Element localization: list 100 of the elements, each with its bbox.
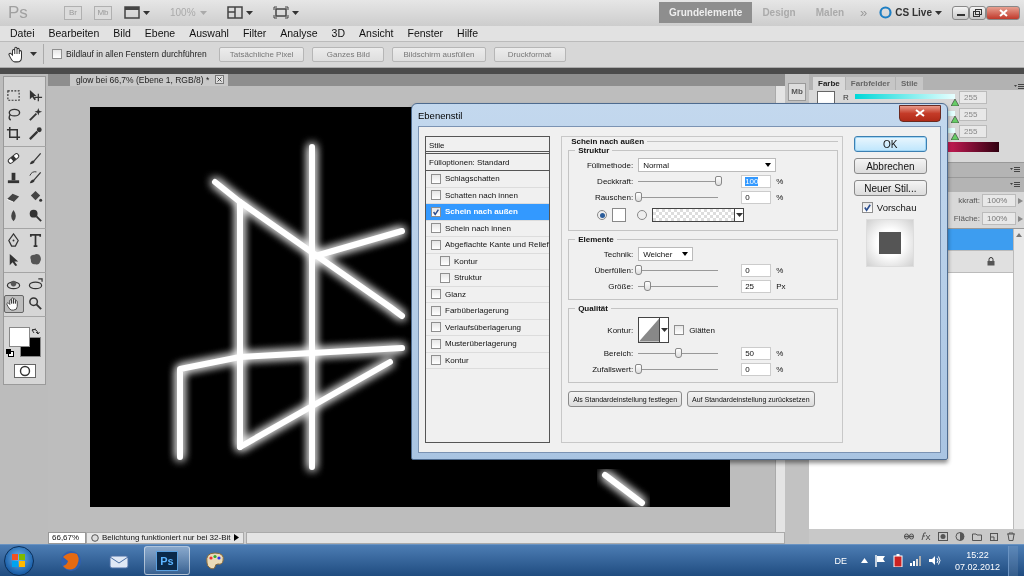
quick-mask-icon[interactable] bbox=[13, 363, 36, 378]
checkbox[interactable] bbox=[431, 289, 441, 300]
checkbox[interactable] bbox=[431, 206, 441, 217]
style-item[interactable]: Verlaufsüberlagerung bbox=[426, 319, 550, 336]
value-field[interactable]: 0 bbox=[741, 263, 772, 277]
value-field[interactable]: 50 bbox=[741, 346, 772, 360]
checkbox[interactable] bbox=[431, 355, 441, 366]
option-button[interactable]: Bildschirm ausfüllen bbox=[392, 46, 486, 62]
dialog-button[interactable]: OK bbox=[853, 136, 927, 152]
start-button[interactable] bbox=[4, 545, 34, 576]
folder-icon[interactable] bbox=[972, 532, 982, 542]
slider-thumb[interactable] bbox=[714, 175, 722, 186]
style-item[interactable]: Abgeflachte Kante und Relief bbox=[426, 237, 550, 254]
checkbox[interactable] bbox=[861, 202, 873, 213]
menu-item[interactable]: Datei bbox=[3, 27, 42, 40]
style-item[interactable]: Farbüberlagerung bbox=[426, 303, 550, 320]
caret-icon[interactable] bbox=[682, 252, 689, 256]
style-item[interactable]: Schein nach innen bbox=[426, 220, 550, 237]
cs-live-menu[interactable]: CS Live bbox=[895, 7, 932, 19]
slider-thumb[interactable] bbox=[951, 98, 959, 106]
contour-picker[interactable] bbox=[638, 317, 670, 343]
menu-item[interactable]: Fenster bbox=[400, 27, 451, 40]
fx-icon[interactable] bbox=[921, 532, 931, 542]
value-field[interactable]: 0 bbox=[741, 362, 772, 376]
menu-item[interactable]: Hilfe bbox=[450, 27, 486, 40]
panel-menu-icon[interactable] bbox=[1010, 166, 1020, 173]
signal-icon[interactable] bbox=[909, 555, 922, 566]
panel-tab[interactable]: Stile bbox=[895, 76, 923, 90]
caret-icon[interactable] bbox=[143, 10, 150, 15]
panel-tab[interactable]: Farbe bbox=[813, 76, 845, 90]
dock-badge[interactable]: Mb bbox=[788, 82, 806, 101]
dropdown[interactable]: Normal bbox=[638, 158, 777, 172]
checkbox[interactable] bbox=[431, 223, 441, 234]
checkbox[interactable] bbox=[440, 256, 450, 267]
menu-item[interactable]: Bearbeiten bbox=[41, 27, 107, 40]
speaker-icon[interactable] bbox=[928, 555, 941, 567]
caret-icon[interactable] bbox=[245, 10, 253, 15]
screen-mode-icon[interactable] bbox=[272, 6, 289, 20]
menu-item[interactable]: Ebene bbox=[137, 27, 183, 40]
style-item[interactable]: Schlagschatten bbox=[426, 171, 550, 188]
clock-time[interactable]: 15:22 bbox=[966, 548, 989, 561]
clock-date[interactable]: 07.02.2012 bbox=[954, 560, 1000, 573]
mask-icon[interactable] bbox=[938, 532, 948, 542]
option-button[interactable]: Ganzes Bild bbox=[312, 46, 385, 62]
trash-icon[interactable] bbox=[1006, 532, 1016, 542]
color-swatch[interactable] bbox=[612, 208, 627, 222]
radio-button[interactable] bbox=[637, 210, 648, 220]
option-button[interactable]: Druckformat bbox=[493, 46, 566, 62]
slider-thumb[interactable] bbox=[951, 115, 959, 123]
checkbox[interactable] bbox=[431, 338, 441, 349]
restore-icon[interactable] bbox=[973, 8, 982, 17]
style-item[interactable]: Musterüberlagerung bbox=[426, 336, 550, 353]
style-item[interactable]: Struktur bbox=[426, 270, 550, 287]
cs-live-icon[interactable] bbox=[879, 6, 893, 20]
caret-icon[interactable] bbox=[30, 52, 37, 57]
minimize-button[interactable] bbox=[952, 5, 969, 20]
value-field[interactable]: 25 bbox=[741, 279, 772, 293]
up-arrow-icon[interactable] bbox=[1016, 232, 1022, 237]
slider-thumb[interactable] bbox=[674, 347, 682, 358]
color-swatches-drawing[interactable] bbox=[6, 326, 43, 358]
menu-item[interactable]: Bild bbox=[106, 27, 138, 40]
caret-icon[interactable] bbox=[935, 10, 942, 15]
half-circle-icon[interactable] bbox=[955, 532, 965, 542]
slider-thumb[interactable] bbox=[644, 280, 652, 291]
style-item[interactable]: Glanz bbox=[426, 286, 550, 303]
caret-icon[interactable] bbox=[660, 328, 668, 332]
dropdown[interactable]: Weicher bbox=[638, 247, 694, 261]
restore-button[interactable] bbox=[969, 5, 986, 20]
hand-tool[interactable] bbox=[3, 294, 24, 313]
arrange-icon[interactable] bbox=[226, 6, 243, 20]
menu-item[interactable]: Auswahl bbox=[182, 27, 236, 40]
checkbox[interactable] bbox=[52, 49, 62, 60]
checkbox[interactable] bbox=[431, 173, 441, 184]
blend-options-item[interactable]: Fülloptionen: Standard bbox=[426, 154, 550, 171]
gradient-picker[interactable] bbox=[652, 208, 745, 222]
checkbox[interactable] bbox=[674, 325, 685, 335]
language-indicator[interactable]: DE bbox=[834, 555, 847, 566]
style-item[interactable]: Kontur bbox=[426, 253, 550, 270]
taskbar-button[interactable]: Ps bbox=[144, 546, 190, 576]
checkbox[interactable] bbox=[431, 239, 441, 250]
close-button[interactable] bbox=[899, 104, 941, 122]
caret-icon[interactable] bbox=[291, 10, 299, 15]
dialog-button[interactable]: Neuer Stil... bbox=[853, 180, 927, 196]
battery-icon[interactable] bbox=[892, 554, 903, 568]
flag-icon[interactable] bbox=[874, 554, 886, 567]
up-arrow-icon[interactable] bbox=[860, 558, 868, 564]
panel-menu-icon[interactable] bbox=[1010, 181, 1020, 188]
checkbox[interactable] bbox=[431, 305, 441, 316]
fill-field[interactable]: 100% bbox=[982, 212, 1016, 226]
new-layer-icon[interactable] bbox=[989, 532, 999, 542]
opacity-field[interactable]: 100% bbox=[982, 194, 1016, 208]
menu-item[interactable]: Ansicht bbox=[352, 27, 401, 40]
screen-icon[interactable] bbox=[124, 6, 140, 20]
radio-button[interactable] bbox=[597, 210, 608, 220]
triangle-icon[interactable] bbox=[233, 534, 239, 542]
checkbox[interactable] bbox=[440, 272, 450, 283]
panel-tab[interactable]: Farbfelder bbox=[845, 76, 895, 90]
list-header[interactable]: Stile bbox=[426, 137, 550, 154]
vertical-scrollbar[interactable] bbox=[1013, 228, 1024, 530]
close-button[interactable] bbox=[986, 5, 1020, 20]
